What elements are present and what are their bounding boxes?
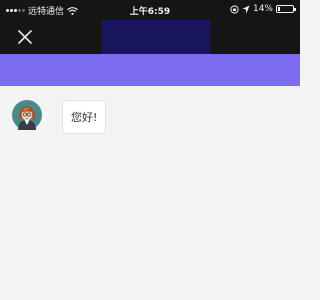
status-right-group: 14% <box>230 4 296 14</box>
battery-icon <box>276 5 296 13</box>
female-avatar-icon[interactable] <box>12 100 42 130</box>
message-bubble[interactable]: 您好! <box>62 100 107 134</box>
close-button[interactable] <box>14 26 36 48</box>
nav-bar <box>0 20 300 54</box>
header-band <box>0 54 300 86</box>
status-bar: 远特通信 上午6:59 14% <box>0 0 300 20</box>
battery-level <box>278 7 280 11</box>
chat-area[interactable]: 您好! <box>0 86 300 300</box>
message-text: 您好! <box>71 111 98 124</box>
rotation-lock-icon <box>230 4 239 14</box>
location-icon <box>242 5 250 13</box>
battery-percent: 14% <box>252 4 273 14</box>
nav-title-block <box>102 20 210 54</box>
close-icon <box>18 30 32 44</box>
